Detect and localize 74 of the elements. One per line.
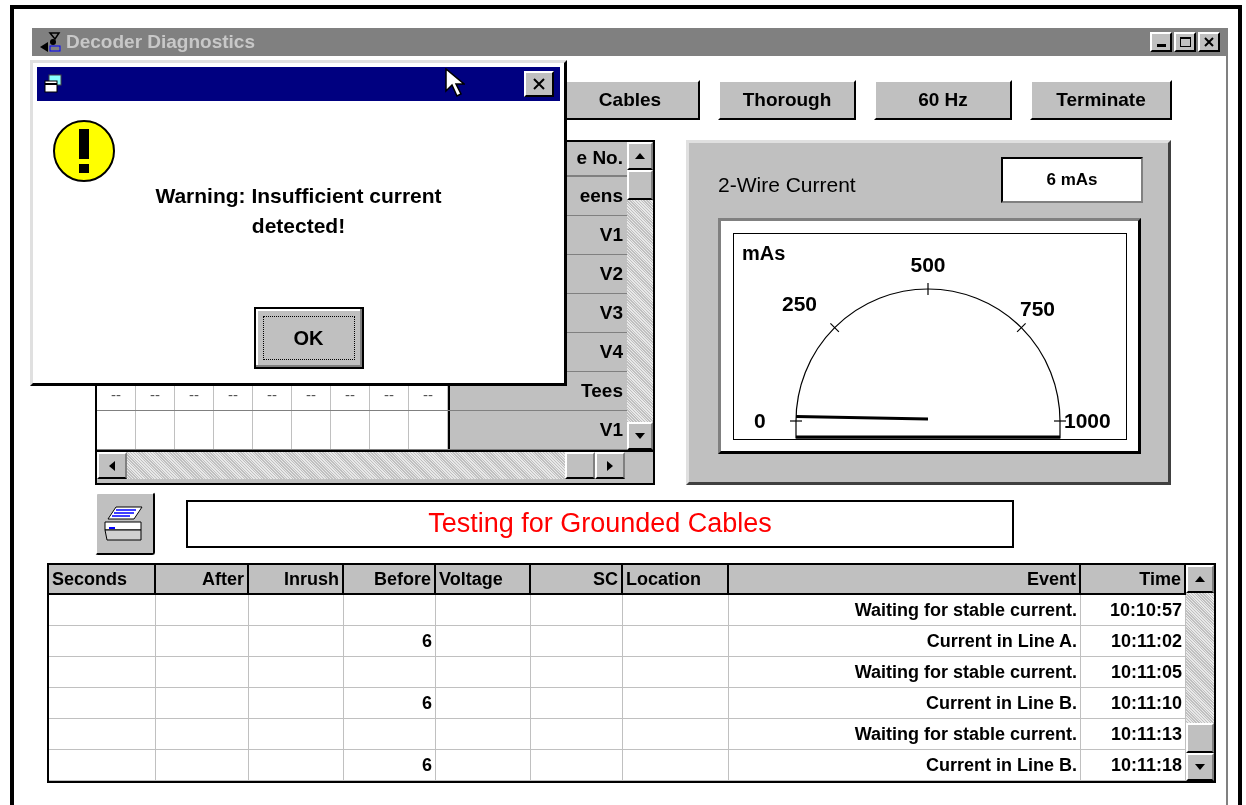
tick-label: 0 (754, 409, 766, 432)
close-button[interactable] (524, 71, 554, 97)
gauge-unit: mAs (742, 242, 786, 264)
scroll-up-button[interactable] (1186, 565, 1214, 593)
tick-label: 750 (1020, 297, 1056, 320)
horizontal-scrollbar[interactable] (97, 452, 625, 479)
grid-cell (136, 411, 175, 449)
minimize-button[interactable] (1150, 32, 1172, 52)
left-arrow-icon (109, 460, 115, 471)
toolbar-button[interactable]: 60 Hz (874, 80, 1012, 120)
scroll-up-button[interactable] (627, 142, 653, 170)
column-header: Seconds (49, 565, 156, 593)
table-cell: Waiting for stable current. (729, 657, 1081, 687)
scroll-down-button[interactable] (627, 422, 653, 450)
warning-icon (52, 119, 116, 183)
toolbar-button[interactable]: Terminate (1030, 80, 1172, 120)
tick-mark (829, 322, 840, 333)
decoder-icon (38, 31, 62, 53)
tick-mark (1053, 420, 1067, 422)
window-title: Decoder Diagnostics (66, 29, 255, 54)
column-header: Voltage (436, 565, 531, 593)
grid-cell (175, 411, 214, 449)
column-header: Inrush (249, 565, 344, 593)
meter-reading: 6 mAs (1001, 157, 1143, 203)
right-arrow-icon (607, 460, 613, 471)
column-header: Before (344, 565, 436, 593)
table-cell: Waiting for stable current. (729, 719, 1081, 749)
table-cell: Waiting for stable current. (729, 595, 1081, 625)
scroll-right-button[interactable] (595, 452, 625, 479)
close-button[interactable] (1198, 32, 1220, 52)
scroll-thumb[interactable] (565, 452, 595, 479)
tick-label: 500 (910, 253, 946, 276)
meter-title: 2-Wire Current (718, 172, 856, 199)
tick-mark (789, 420, 803, 422)
grid-cell (370, 411, 409, 449)
tick-mark (1016, 322, 1027, 333)
grid-cell (409, 411, 448, 449)
up-arrow-icon (1195, 576, 1205, 582)
toolbar-button[interactable]: Thorough (718, 80, 856, 120)
column-header: SC (531, 565, 623, 593)
grid-cell (214, 411, 253, 449)
table-cell: 6 (344, 688, 436, 718)
warning-message: Warning: Insufficient current detected! (154, 183, 443, 239)
mouse-cursor-icon (445, 68, 465, 98)
column-header: After (156, 565, 249, 593)
table-cell: Current in Line B. (729, 688, 1081, 718)
ok-button[interactable]: OK (253, 307, 364, 369)
scroll-down-button[interactable] (1186, 753, 1214, 781)
grid-cell (253, 411, 292, 449)
maximize-button[interactable] (1174, 32, 1196, 52)
grid-cell (331, 411, 370, 449)
column-header: Location (623, 565, 729, 593)
tick-mark (927, 282, 929, 296)
vertical-scrollbar[interactable] (1186, 565, 1214, 781)
grid-cell (292, 411, 331, 449)
down-arrow-icon (635, 433, 645, 439)
down-arrow-icon (1195, 764, 1205, 770)
tick-label: 250 (782, 292, 818, 315)
table-cell: 6 (344, 626, 436, 656)
column-header: Event (729, 565, 1081, 593)
window-icon (43, 73, 65, 95)
tick-label: 1000 (1064, 409, 1111, 432)
close-icon (1204, 37, 1214, 47)
scroll-left-button[interactable] (97, 452, 127, 479)
close-icon (532, 77, 546, 91)
table-cell: Current in Line B. (729, 750, 1081, 780)
up-arrow-icon (635, 153, 645, 159)
scroll-thumb[interactable] (627, 170, 653, 200)
table-cell: 6 (344, 750, 436, 780)
status-message: Testing for Grounded Cables (186, 499, 1014, 548)
scroll-thumb[interactable] (1186, 723, 1214, 753)
vertical-scrollbar[interactable] (627, 142, 653, 450)
print-button[interactable] (95, 492, 155, 555)
table-cell: Current in Line A. (729, 626, 1081, 656)
